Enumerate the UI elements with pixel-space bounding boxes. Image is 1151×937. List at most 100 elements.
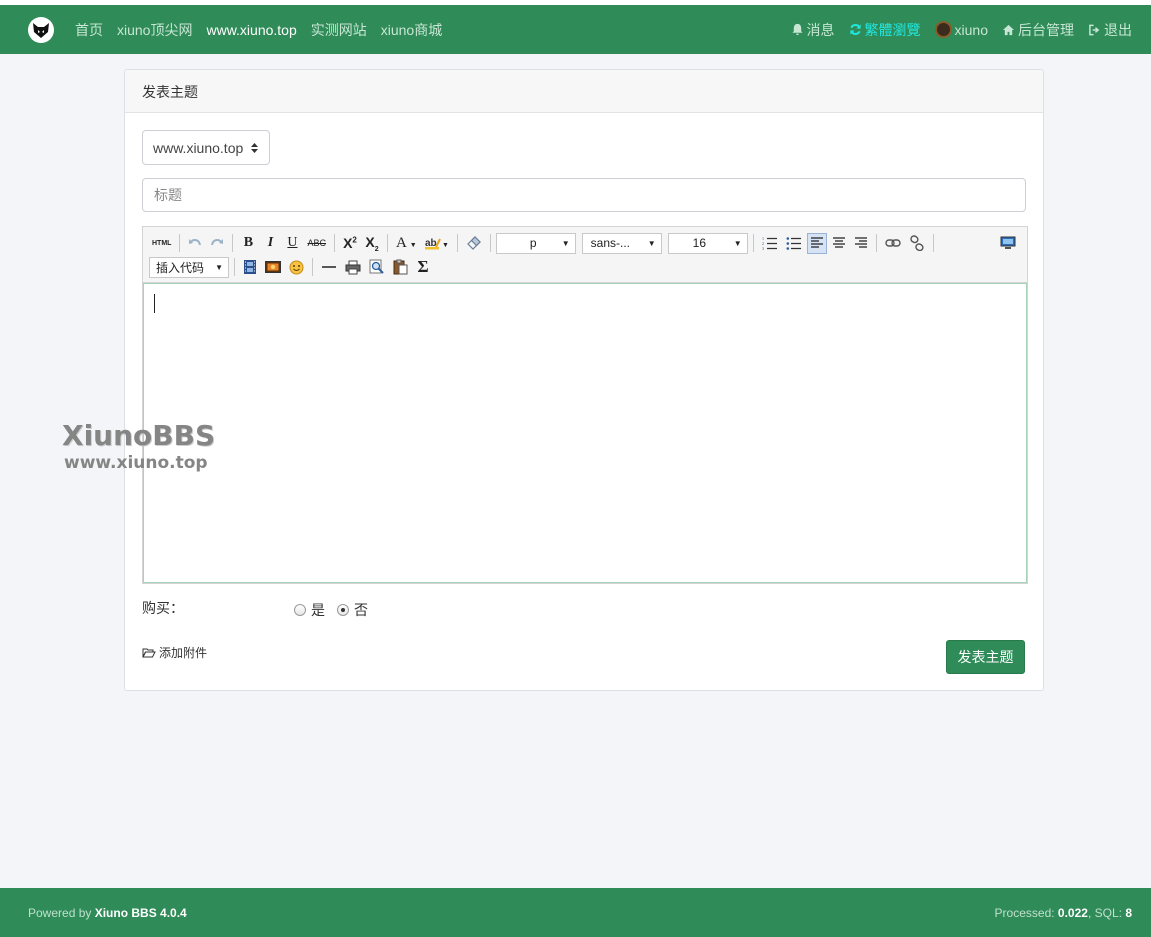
traditional-chinese-label: 繁體瀏覽: [864, 21, 921, 38]
svg-text:3: 3: [762, 246, 764, 250]
italic-button[interactable]: I: [260, 233, 280, 254]
link-icon: [884, 239, 901, 247]
underline-button[interactable]: U: [282, 233, 302, 254]
home-icon: [1002, 24, 1015, 35]
paragraph-format-select[interactable]: p ▼: [495, 232, 576, 254]
paste-button[interactable]: [390, 257, 411, 278]
logout-link[interactable]: 退出: [1088, 20, 1132, 40]
clipboard-icon: [393, 259, 408, 275]
preview-button[interactable]: [366, 257, 388, 278]
underline-icon: U: [287, 235, 298, 250]
site-logo[interactable]: [28, 17, 54, 43]
html-source-button[interactable]: HTML: [149, 233, 174, 254]
nav-link-xiuno-store[interactable]: xiuno商城: [381, 20, 442, 40]
toolbar-divider: [312, 258, 313, 276]
toolbar-divider: [932, 234, 934, 252]
rich-text-editor: HTML B I U ABC X2 X2 A ▼ ab ▼ p ▼ sans-.…: [142, 226, 1028, 584]
buy-yes-radio[interactable]: 是: [294, 600, 325, 620]
buy-no-label: 否: [354, 602, 368, 618]
text-cursor: [154, 294, 155, 313]
nav-link-xiuno-top-site[interactable]: xiuno顶尖网: [117, 20, 192, 40]
ordered-list-button[interactable]: 123: [759, 233, 781, 254]
sigma-icon: Σ: [417, 257, 429, 276]
undo-icon: [189, 239, 202, 246]
strikethrough-button[interactable]: ABC: [304, 233, 329, 254]
align-center-button[interactable]: [829, 233, 849, 254]
toolbar-row-2: 插入代码 ▼ Σ: [149, 255, 433, 279]
add-attachment-label: 添加附件: [159, 646, 208, 660]
forum-select[interactable]: www.xiuno.top: [142, 130, 270, 165]
sql-prefix: , SQL:: [1087, 905, 1126, 920]
nav-link-test-site[interactable]: 实测网站: [311, 20, 367, 40]
powered-by-name[interactable]: Xiuno BBS 4.0.4: [95, 906, 187, 920]
insert-link-button[interactable]: [882, 233, 904, 254]
align-left-icon: [810, 237, 823, 248]
admin-label: 后台管理: [1018, 21, 1074, 38]
align-right-button[interactable]: [851, 233, 871, 254]
avatar: [934, 21, 952, 38]
font-size-select[interactable]: 16 ▼: [667, 232, 748, 254]
insert-image-button[interactable]: [262, 257, 284, 278]
font-color-icon: A ▼: [395, 234, 417, 251]
admin-link[interactable]: 后台管理: [1002, 20, 1074, 40]
traditional-chinese-link[interactable]: 繁體瀏覽: [849, 20, 921, 40]
unordered-list-button[interactable]: [783, 233, 805, 254]
messages-label: 消息: [806, 21, 835, 38]
undo-button[interactable]: [185, 233, 205, 254]
subscript-icon: X2: [365, 233, 379, 253]
processed-prefix: Processed:: [994, 905, 1058, 920]
toolbar-divider: [752, 234, 754, 252]
insert-emoji-button[interactable]: [286, 257, 307, 278]
messages-link[interactable]: 消息: [791, 20, 835, 40]
superscript-button[interactable]: X2: [340, 233, 360, 254]
toolbar-divider: [456, 234, 458, 252]
radio-button-checked[interactable]: [337, 604, 349, 616]
top-navbar: 首页 xiuno顶尖网 www.xiuno.top 实测网站 xiuno商城 消…: [0, 5, 1151, 54]
nav-link-www-xiuno-top[interactable]: www.xiuno.top: [206, 22, 296, 38]
fullscreen-button[interactable]: [997, 232, 1019, 253]
toolbar-divider: [179, 234, 181, 252]
redo-icon: [211, 239, 224, 246]
bold-button[interactable]: B: [238, 233, 258, 254]
strikethrough-icon: ABC: [307, 238, 326, 248]
print-button[interactable]: [342, 257, 364, 278]
title-input[interactable]: [142, 178, 1026, 212]
font-color-button[interactable]: A ▼: [393, 233, 420, 254]
magnifier-icon: [369, 259, 384, 274]
formula-button[interactable]: Σ: [413, 257, 433, 278]
align-left-button[interactable]: [806, 232, 827, 254]
redo-button[interactable]: [207, 233, 227, 254]
paragraph-format-value: p: [529, 236, 537, 250]
main-nav: 首页 xiuno顶尖网 www.xiuno.top 实测网站 xiuno商城: [75, 5, 442, 54]
add-attachment-link[interactable]: 添加附件: [142, 644, 207, 661]
clear-format-button[interactable]: [463, 233, 485, 254]
powered-by: Powered by Xiuno BBS 4.0.4: [28, 906, 187, 920]
toolbar-divider: [386, 234, 388, 252]
buy-no-radio[interactable]: 否: [337, 600, 368, 620]
user-profile-link[interactable]: xiuno: [934, 21, 988, 38]
processed-value: 0.022: [1057, 905, 1088, 920]
submit-thread-button[interactable]: 发表主题: [946, 640, 1025, 674]
horizontal-rule-button[interactable]: [318, 257, 340, 278]
user-nav: 消息 繁體瀏覽 xiuno 后台管理 退出: [791, 5, 1132, 54]
card-header: 发表主题: [125, 70, 1043, 113]
insert-code-select[interactable]: 插入代码 ▼: [149, 256, 229, 278]
align-center-icon: [832, 237, 845, 248]
toolbar-divider: [333, 234, 335, 252]
unlink-button[interactable]: [906, 233, 928, 254]
nav-link-home[interactable]: 首页: [75, 20, 103, 40]
username: xiuno: [954, 21, 988, 38]
highlight-button[interactable]: ab ▼: [422, 233, 452, 254]
subscript-button[interactable]: X2: [362, 233, 382, 254]
chevron-down-icon: ▼: [733, 238, 742, 248]
radio-button[interactable]: [294, 604, 306, 616]
editor-content-area[interactable]: [143, 283, 1027, 583]
font-family-select[interactable]: sans-... ▼: [581, 232, 662, 254]
printer-icon: [345, 260, 361, 274]
insert-video-button[interactable]: [240, 257, 260, 278]
buy-yes-label: 是: [311, 602, 325, 618]
highlight-icon: ab ▼: [424, 238, 449, 250]
processing-stats: Processed: 0.022, SQL: 8: [995, 906, 1132, 920]
buy-option-row: 购买： 是 否: [142, 598, 542, 618]
buy-label: 购买：: [142, 600, 184, 616]
